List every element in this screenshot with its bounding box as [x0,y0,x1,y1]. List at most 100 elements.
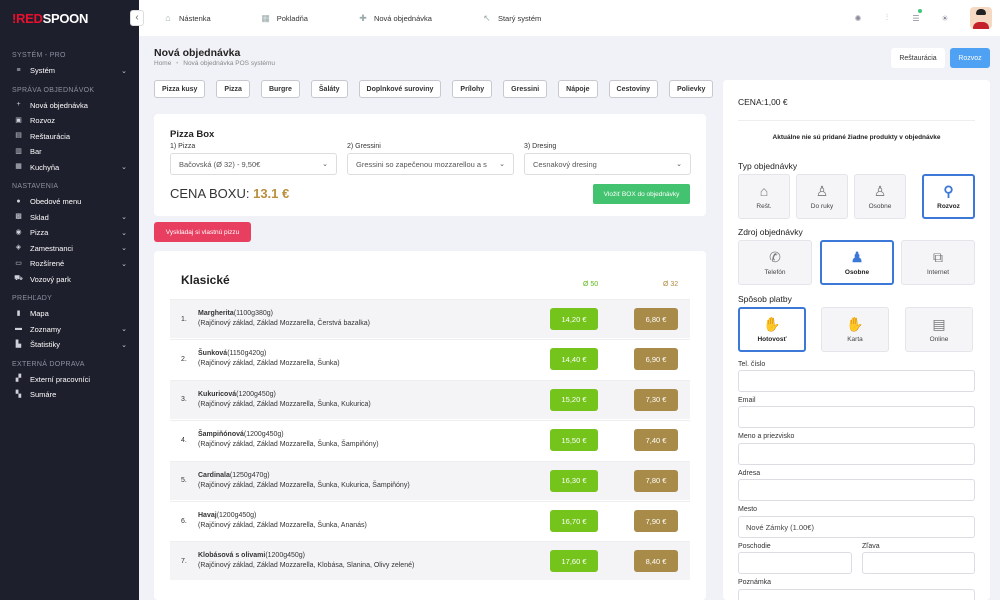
category-tab[interactable]: Nápoje [558,80,598,98]
chevron-down-icon: ⌄ [121,341,127,349]
order-empty-text: Aktuálne nie sú pridané žiadne produkty … [772,134,941,141]
sidebar-item[interactable]: ◉ Pizza ⌄ [0,225,139,241]
logo[interactable]: ! RED SPOON [0,0,139,36]
order-type-tile[interactable]: ⌂ Rešt. [738,174,790,219]
category-tab[interactable]: Pizza [216,80,250,98]
sidebar-item[interactable]: ▬ Zoznamy ⌄ [0,322,139,338]
order-type-tile[interactable]: ♙ Osobne [854,174,906,219]
item-ingredients: (Rajčinový základ, Základ Mozzarella, Kl… [198,562,415,570]
top-nav-item[interactable]: ⌂ Nástenka [163,13,211,23]
price-small-button[interactable]: 7,80 € [634,469,678,492]
payment-tile[interactable]: ▤ Online [905,307,973,352]
sidebar-item-icon: ▭ [15,259,22,267]
email-input[interactable] [738,406,975,428]
category-tab[interactable]: Prílohy [452,80,493,98]
top-nav-item[interactable]: ✚ Nová objednávka [358,13,432,23]
pizza-select[interactable]: Bačovská (Ø 32) - 9,50€ ⌄ [170,153,337,175]
category-tab[interactable]: Doplnkové suroviny [358,80,442,98]
sidebar-item[interactable]: ▭ Rozšírené ⌄ [0,256,139,272]
order-source-tile[interactable]: ✆ Telefón [738,240,812,285]
category-tab[interactable]: Pizza kusy [154,80,206,98]
sidebar-item[interactable]: ▮ Mapa [0,306,139,322]
price-small-button[interactable]: 7,90 € [634,510,678,532]
payment-tile-icon: ✋ [763,316,781,332]
sidebar-item[interactable]: ◈ Zamestnanci ⌄ [0,241,139,257]
price-small-button[interactable]: 7,40 € [634,429,678,452]
sidebar-item[interactable]: ⛟ Vozový park [0,272,139,288]
sidebar-item-label: Zamestnanci [30,243,73,253]
order-source-tile[interactable]: ⧉ Internet [901,240,975,285]
sidebar-item[interactable]: ▙ Štatistiky ⌄ [0,337,139,353]
sidebar-item[interactable]: ▚ Sumáre [0,387,139,403]
order-type-tile[interactable]: ⚲ Rozvoz [922,174,975,219]
menu-item-row: 6. Havaj(1200g450g) (Rajčinový základ, Zá… [170,501,690,540]
delivery-button[interactable]: Rozvoz [950,48,990,68]
item-description: Kukuricová(1200g450g) (Rajčinový základ, … [198,390,371,410]
order-source-tile-icon: ⧉ [933,249,943,265]
price-large-button[interactable]: 14,20 € [550,308,598,330]
city-select[interactable]: Nové Zámky (1.00€) [738,516,975,538]
sidebar-item-icon: ▤ [15,132,22,140]
sidebar-item[interactable]: ▦ Kuchyňa ⌄ [0,160,139,176]
sidebar-collapse-icon[interactable]: ‹ [130,10,144,26]
stats-icon[interactable]: ⫶ [882,13,892,23]
sidebar-item[interactable]: ▩ Sklad ⌄ [0,210,139,226]
top-nav-icon: ↖ [483,13,491,23]
payment-tile-label: Karta [847,336,863,343]
sidebar-item[interactable]: + Nová objednávka [0,98,139,114]
price-large-button[interactable]: 14,40 € [550,348,598,371]
custom-pizza-button[interactable]: Vyskladaj si vlastnú pizzu [154,222,251,242]
theme-icon[interactable]: ☀ [940,14,950,23]
order-source-title: Zdroj objednávky [738,227,803,237]
logo-red: RED [16,10,43,26]
dressing-select[interactable]: Cesnakový dresing ⌄ [524,153,691,175]
order-type-tile[interactable]: ♙ Do ruky [796,174,848,219]
sidebar-item-icon: ◈ [15,244,22,252]
category-tab[interactable]: Polievky [668,80,714,98]
sidebar-item-label: Bar [30,147,42,157]
sidebar-item[interactable]: ▤ Reštaurácia [0,129,139,145]
price-large-button[interactable]: 17,60 € [550,550,598,573]
restaurant-button[interactable]: Reštaurácia [891,48,945,68]
address-input[interactable] [738,479,975,501]
top-nav-label: Nástenka [179,13,211,23]
price-large-button[interactable]: 16,30 € [550,469,598,492]
sidebar-item[interactable]: ▥ Bar [0,144,139,160]
breadcrumb-home[interactable]: Home [154,60,171,67]
top-nav-item[interactable]: ↖ Starý systém [482,13,541,23]
price-large-button[interactable]: 15,50 € [550,429,598,452]
sidebar-item-icon: ▞ [15,375,22,383]
sidebar-item[interactable]: ● Obedové menu [0,194,139,210]
price-large-button[interactable]: 16,70 € [550,510,598,532]
category-tab[interactable]: Burgre [260,80,300,98]
item-name: Šampiňónová [198,431,244,439]
avatar[interactable] [970,7,992,29]
top-nav-item[interactable]: ▦ Pokladňa [261,13,308,23]
order-type-tile-label: Rozvoz [937,203,960,210]
sidebar-item[interactable]: ▞ Externí pracovníci [0,372,139,388]
gressini-select[interactable]: Gressini so zapečenou mozzarellou a s ⌄ [347,153,514,175]
price-large-button[interactable]: 15,20 € [550,388,598,411]
top-nav: ⌂ Nástenka ▦ Pokladňa ✚ Nová objednávka ↖ Starý… [139,13,567,23]
sidebar-item[interactable]: ▣ Rozvoz [0,113,139,129]
name-input[interactable] [738,443,975,465]
floor-input[interactable] [738,552,852,574]
sidebar-item[interactable]: ≡ Systém ⌄ [0,63,139,79]
payment-tile[interactable]: ✋ Karta [821,307,889,352]
discount-input[interactable] [862,552,975,574]
note-input[interactable] [738,589,975,600]
order-source-tile[interactable]: ♟ Osobne [820,240,894,285]
payment-tile[interactable]: ✋ Hotovosť [738,307,806,352]
category-tab[interactable]: Cestoviny [608,80,658,98]
price-small-button[interactable]: 8,40 € [634,550,678,573]
price-small-button[interactable]: 6,90 € [634,348,678,371]
phone-input[interactable] [738,370,975,392]
notifications-icon[interactable]: ☰ [911,8,922,23]
settings-icon[interactable]: ✺ [853,14,863,23]
price-small-button[interactable]: 7,30 € [634,388,678,411]
category-tab[interactable]: Šaláty [310,80,348,98]
add-box-button[interactable]: Vložiť BOX do objednávky [593,184,690,204]
sidebar-item-label: Mapa [30,309,49,319]
price-small-button[interactable]: 6,80 € [634,308,678,330]
category-tab[interactable]: Gressini [503,80,548,98]
